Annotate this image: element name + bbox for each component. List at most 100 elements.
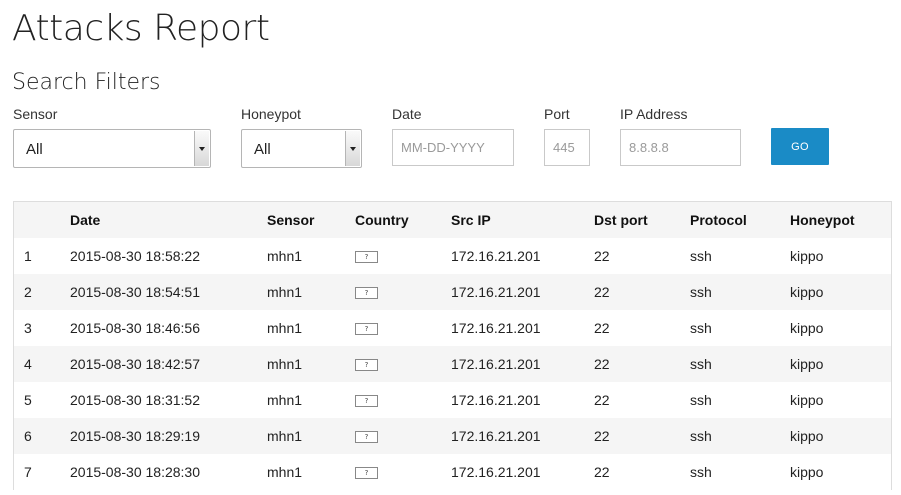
row-country: ? bbox=[355, 274, 451, 310]
table-body: 1 2015-08-30 18:58:22 mhn1 ? 172.16.21.2… bbox=[14, 238, 891, 490]
chevron-down-icon bbox=[345, 131, 360, 166]
port-filter-label: Port bbox=[544, 106, 570, 122]
row-date: 2015-08-30 18:46:56 bbox=[70, 320, 200, 336]
row-src-ip: 172.16.21.201 bbox=[451, 392, 541, 408]
table-row: 6 2015-08-30 18:29:19 mhn1 ? 172.16.21.2… bbox=[14, 418, 891, 454]
row-sensor: mhn1 bbox=[267, 284, 303, 300]
column-header-date: Date bbox=[70, 212, 101, 228]
row-src-ip: 172.16.21.201 bbox=[451, 320, 541, 336]
attacks-table: Date Sensor Country Src IP Dst port Prot… bbox=[14, 202, 891, 490]
table-row: 7 2015-08-30 18:28:30 mhn1 ? 172.16.21.2… bbox=[14, 454, 891, 490]
row-honeypot: kippo bbox=[790, 284, 824, 300]
row-dst-port: 22 bbox=[594, 320, 610, 336]
row-country: ? bbox=[355, 454, 451, 490]
row-dst-port: 22 bbox=[594, 356, 610, 372]
row-protocol: ssh bbox=[690, 392, 712, 408]
table-header-row: Date Sensor Country Src IP Dst port Prot… bbox=[14, 202, 891, 238]
row-honeypot: kippo bbox=[790, 464, 824, 480]
row-country: ? bbox=[355, 382, 451, 418]
row-protocol: ssh bbox=[690, 464, 712, 480]
column-header-country: Country bbox=[355, 212, 409, 228]
row-sensor: mhn1 bbox=[267, 428, 303, 444]
row-index: 7 bbox=[24, 464, 32, 480]
row-honeypot: kippo bbox=[790, 248, 824, 264]
honeypot-filter-label: Honeypot bbox=[241, 106, 301, 122]
row-index: 4 bbox=[24, 356, 32, 372]
row-index: 1 bbox=[24, 248, 32, 264]
row-index: 6 bbox=[24, 428, 32, 444]
row-dst-port: 22 bbox=[594, 392, 610, 408]
row-protocol: ssh bbox=[690, 428, 712, 444]
unknown-flag-icon: ? bbox=[355, 467, 378, 480]
column-header-index bbox=[14, 202, 70, 238]
row-dst-port: 22 bbox=[594, 284, 610, 300]
date-filter-label: Date bbox=[392, 106, 422, 122]
row-honeypot: kippo bbox=[790, 392, 824, 408]
unknown-flag-icon: ? bbox=[355, 431, 378, 444]
row-sensor: mhn1 bbox=[267, 392, 303, 408]
page-title: Attacks Report bbox=[12, 8, 270, 49]
row-src-ip: 172.16.21.201 bbox=[451, 464, 541, 480]
row-sensor: mhn1 bbox=[267, 248, 303, 264]
unknown-flag-icon: ? bbox=[355, 359, 378, 372]
row-index: 2 bbox=[24, 284, 32, 300]
row-dst-port: 22 bbox=[594, 248, 610, 264]
unknown-flag-icon: ? bbox=[355, 251, 378, 264]
row-protocol: ssh bbox=[690, 248, 712, 264]
row-date: 2015-08-30 18:54:51 bbox=[70, 284, 200, 300]
row-date: 2015-08-30 18:42:57 bbox=[70, 356, 200, 372]
column-header-sensor: Sensor bbox=[267, 212, 315, 228]
row-src-ip: 172.16.21.201 bbox=[451, 428, 541, 444]
row-country: ? bbox=[355, 418, 451, 454]
column-header-honeypot: Honeypot bbox=[790, 212, 855, 228]
row-country: ? bbox=[355, 310, 451, 346]
row-sensor: mhn1 bbox=[267, 464, 303, 480]
port-input[interactable] bbox=[544, 129, 590, 166]
row-dst-port: 22 bbox=[594, 428, 610, 444]
date-input[interactable] bbox=[392, 129, 514, 166]
search-filters-heading: Search Filters bbox=[12, 70, 161, 95]
row-honeypot: kippo bbox=[790, 428, 824, 444]
ip-address-filter-label: IP Address bbox=[620, 106, 688, 122]
honeypot-select-value: All bbox=[254, 141, 271, 158]
table-row: 4 2015-08-30 18:42:57 mhn1 ? 172.16.21.2… bbox=[14, 346, 891, 382]
table-row: 5 2015-08-30 18:31:52 mhn1 ? 172.16.21.2… bbox=[14, 382, 891, 418]
column-header-dst-port: Dst port bbox=[594, 212, 648, 228]
row-protocol: ssh bbox=[690, 320, 712, 336]
column-header-protocol: Protocol bbox=[690, 212, 747, 228]
row-protocol: ssh bbox=[690, 356, 712, 372]
honeypot-select[interactable]: All bbox=[241, 129, 362, 168]
row-honeypot: kippo bbox=[790, 320, 824, 336]
go-button[interactable]: GO bbox=[771, 128, 829, 165]
row-protocol: ssh bbox=[690, 284, 712, 300]
attacks-table-container: Date Sensor Country Src IP Dst port Prot… bbox=[13, 201, 892, 490]
row-src-ip: 172.16.21.201 bbox=[451, 284, 541, 300]
unknown-flag-icon: ? bbox=[355, 395, 378, 408]
sensor-filter-label: Sensor bbox=[13, 106, 58, 122]
sensor-select[interactable]: All bbox=[13, 129, 211, 168]
row-src-ip: 172.16.21.201 bbox=[451, 248, 541, 264]
sensor-select-value: All bbox=[26, 141, 43, 158]
row-date: 2015-08-30 18:58:22 bbox=[70, 248, 200, 264]
row-country: ? bbox=[355, 238, 451, 274]
row-date: 2015-08-30 18:28:30 bbox=[70, 464, 200, 480]
row-date: 2015-08-30 18:29:19 bbox=[70, 428, 200, 444]
row-dst-port: 22 bbox=[594, 464, 610, 480]
row-date: 2015-08-30 18:31:52 bbox=[70, 392, 200, 408]
row-honeypot: kippo bbox=[790, 356, 824, 372]
row-index: 5 bbox=[24, 392, 32, 408]
chevron-down-icon bbox=[194, 131, 209, 166]
row-sensor: mhn1 bbox=[267, 320, 303, 336]
column-header-src-ip: Src IP bbox=[451, 212, 491, 228]
unknown-flag-icon: ? bbox=[355, 323, 378, 336]
row-src-ip: 172.16.21.201 bbox=[451, 356, 541, 372]
row-index: 3 bbox=[24, 320, 32, 336]
row-country: ? bbox=[355, 346, 451, 382]
row-sensor: mhn1 bbox=[267, 356, 303, 372]
unknown-flag-icon: ? bbox=[355, 287, 378, 300]
ip-address-input[interactable] bbox=[620, 129, 741, 166]
table-row: 2 2015-08-30 18:54:51 mhn1 ? 172.16.21.2… bbox=[14, 274, 891, 310]
table-row: 3 2015-08-30 18:46:56 mhn1 ? 172.16.21.2… bbox=[14, 310, 891, 346]
table-row: 1 2015-08-30 18:58:22 mhn1 ? 172.16.21.2… bbox=[14, 238, 891, 274]
table-header: Date Sensor Country Src IP Dst port Prot… bbox=[14, 202, 891, 238]
